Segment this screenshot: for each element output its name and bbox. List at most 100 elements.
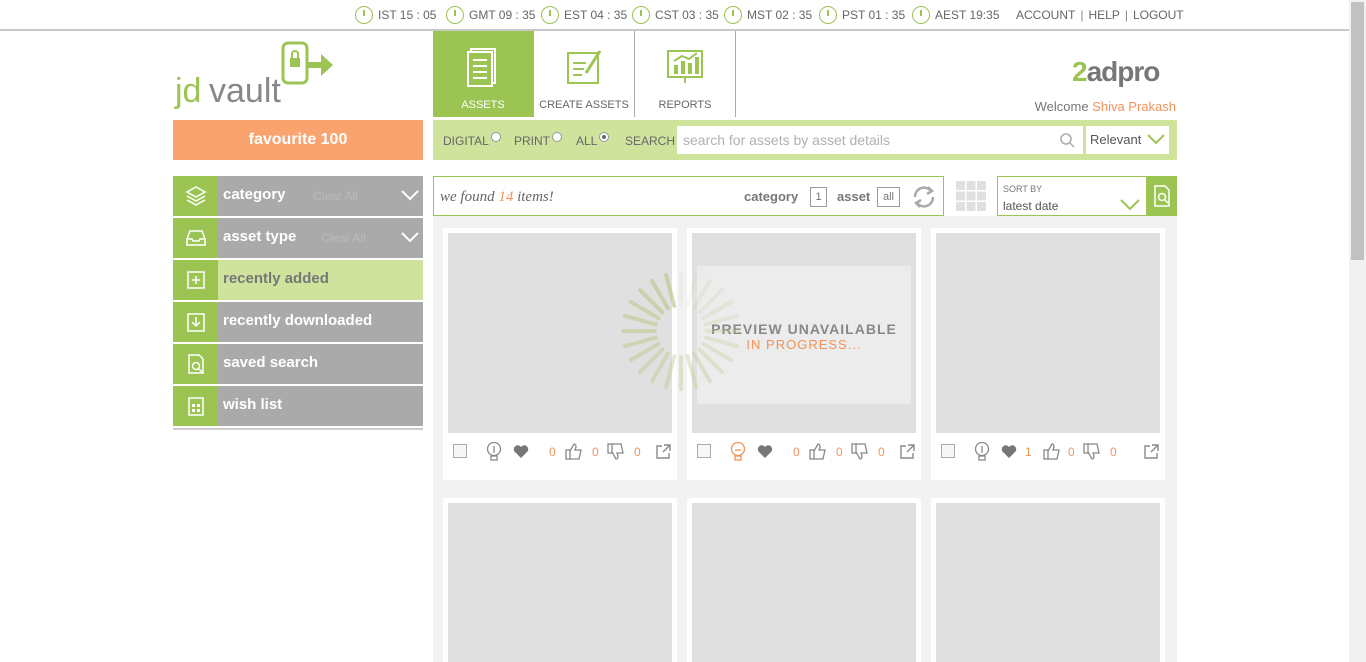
category-filter-count[interactable]: 1	[810, 187, 827, 207]
heart-icon[interactable]	[757, 444, 773, 459]
thumbs-up-icon[interactable]	[1043, 443, 1061, 460]
grid-view-icon[interactable]	[955, 180, 987, 212]
inbox-icon	[186, 230, 206, 246]
sort-by-select[interactable]: SORT BY latest date	[997, 176, 1147, 216]
asset-thumbnail[interactable]	[936, 503, 1160, 662]
asset-thumbnail[interactable]	[936, 233, 1160, 433]
recently-downloaded-icon-box	[173, 302, 218, 342]
clock-label: PST 01 : 35	[842, 8, 906, 22]
chevron-down-icon[interactable]	[401, 230, 419, 244]
select-checkbox[interactable]	[697, 444, 711, 458]
asset-card[interactable]	[931, 498, 1165, 662]
thumbs-up-count: 0	[836, 445, 843, 459]
lightbulb-icon[interactable]	[973, 441, 991, 463]
search-bar: DIGITAL PRINT ALL SEARCH Relevant	[433, 120, 1177, 160]
thumbs-down-count: 0	[1110, 445, 1117, 459]
asset-actions: 0 0 0	[687, 441, 921, 463]
all-radio[interactable]	[599, 132, 610, 142]
asset-type-clear-all[interactable]: Clear All	[321, 231, 366, 245]
scrollbar-thumb[interactable]	[1351, 2, 1364, 260]
lightbulb-icon[interactable]	[729, 441, 747, 463]
assets-icon	[467, 48, 496, 87]
chevron-down-icon	[1120, 199, 1140, 211]
asset-card[interactable]: 1 0 0	[931, 228, 1165, 480]
search-icon[interactable]	[1059, 132, 1075, 148]
tab-reports[interactable]: REPORTS	[635, 31, 736, 117]
top-bar: IST 15 : 05 GMT 09 : 35 EST 04 : 35 CST …	[0, 0, 1349, 31]
thumbs-up-count: 0	[592, 445, 599, 459]
lightbulb-icon[interactable]	[485, 441, 503, 463]
tab-assets[interactable]: ASSETS	[433, 31, 534, 117]
heart-count: 1	[1025, 445, 1032, 459]
favourite-100-button[interactable]: favourite 100	[173, 120, 423, 160]
sidebar-item-wish-list[interactable]: wish list	[173, 386, 423, 428]
asset-grid: 0 0 0 PREVIEW UNAVAILABLE IN PROGRESS...…	[433, 216, 1177, 662]
thumbs-down-icon[interactable]	[1083, 443, 1101, 460]
asset-thumbnail[interactable]	[692, 503, 916, 662]
heart-count: 0	[549, 445, 556, 459]
clock-label: AEST 19:35	[935, 8, 1000, 22]
main-nav: ASSETS CREATE ASSETS REPORTS	[433, 31, 736, 117]
loading-spinner-icon	[621, 271, 741, 391]
chevron-down-icon[interactable]	[401, 188, 419, 202]
sidebar-item-label: recently downloaded	[223, 312, 373, 329]
open-external-icon[interactable]	[655, 443, 672, 460]
clock-icon	[632, 6, 650, 24]
help-link[interactable]: HELP	[1088, 8, 1119, 22]
thumbs-up-icon[interactable]	[809, 443, 827, 460]
sidebar-item-recently-added[interactable]: recently added	[173, 260, 423, 302]
found-suffix: items!	[513, 189, 554, 205]
refresh-icon[interactable]	[911, 185, 937, 209]
sidebar-item-category[interactable]: category Clear All	[173, 176, 423, 218]
print-radio[interactable]	[552, 132, 562, 142]
thumbs-down-icon[interactable]	[851, 443, 869, 460]
relevance-select[interactable]: Relevant	[1086, 126, 1169, 154]
jdvault-logo[interactable]: jd vault	[173, 40, 343, 112]
user-name[interactable]: Shiva Prakash	[1092, 99, 1176, 114]
filter-print[interactable]: PRINT	[514, 132, 562, 148]
asset-card[interactable]	[687, 498, 921, 662]
recently-added-icon-box	[173, 260, 218, 300]
sidebar-item-recently-downloaded[interactable]: recently downloaded	[173, 302, 423, 344]
digital-radio[interactable]	[490, 132, 501, 142]
top-links: ACCOUNT | HELP | LOGOUT	[1016, 8, 1184, 22]
category-clear-all[interactable]: Clear All	[313, 189, 358, 203]
thumbs-up-icon[interactable]	[565, 443, 583, 460]
page-scrollbar[interactable]	[1349, 0, 1366, 662]
heart-icon[interactable]	[513, 444, 529, 459]
account-link[interactable]: ACCOUNT	[1016, 8, 1075, 22]
download-icon	[187, 313, 205, 332]
jdvault-logo-graphic: jd vault	[174, 41, 333, 110]
heart-icon[interactable]	[1001, 444, 1017, 459]
tab-create-assets[interactable]: CREATE ASSETS	[534, 31, 635, 117]
sidebar-item-label: recently added	[223, 270, 329, 287]
clock-label: CST 03 : 35	[655, 8, 719, 22]
spinner-spoke	[663, 354, 677, 390]
thumbs-down-icon[interactable]	[607, 443, 625, 460]
open-external-icon[interactable]	[899, 443, 916, 460]
asset-thumbnail[interactable]	[448, 503, 672, 662]
separator: |	[1080, 8, 1084, 22]
asset-card[interactable]	[443, 498, 677, 662]
sort-apply-button[interactable]	[1147, 176, 1177, 216]
search-input[interactable]	[677, 126, 1083, 154]
asset-filter-value[interactable]: all	[877, 187, 900, 207]
filter-digital[interactable]: DIGITAL	[443, 132, 501, 148]
select-checkbox[interactable]	[941, 444, 955, 458]
clock-mst: MST 02 : 35	[724, 6, 812, 24]
sidebar-item-asset-type[interactable]: asset type Clear All	[173, 218, 423, 260]
sidebar-item-label: saved search	[223, 354, 319, 371]
clock-icon	[446, 6, 464, 24]
sidebar: category Clear All asset type Clear All …	[173, 176, 423, 430]
open-external-icon[interactable]	[1143, 443, 1160, 460]
reports-icon	[667, 50, 703, 83]
category-icon-box	[173, 176, 218, 216]
sidebar-item-saved-search[interactable]: saved search	[173, 344, 423, 386]
filter-all[interactable]: ALL	[576, 132, 610, 148]
clock-label: MST 02 : 35	[747, 8, 813, 22]
search-label: SEARCH	[625, 134, 676, 148]
clock-label: EST 04 : 35	[564, 8, 628, 22]
spinner-spoke	[704, 335, 740, 349]
logout-link[interactable]: LOGOUT	[1133, 8, 1184, 22]
select-checkbox[interactable]	[453, 444, 467, 458]
